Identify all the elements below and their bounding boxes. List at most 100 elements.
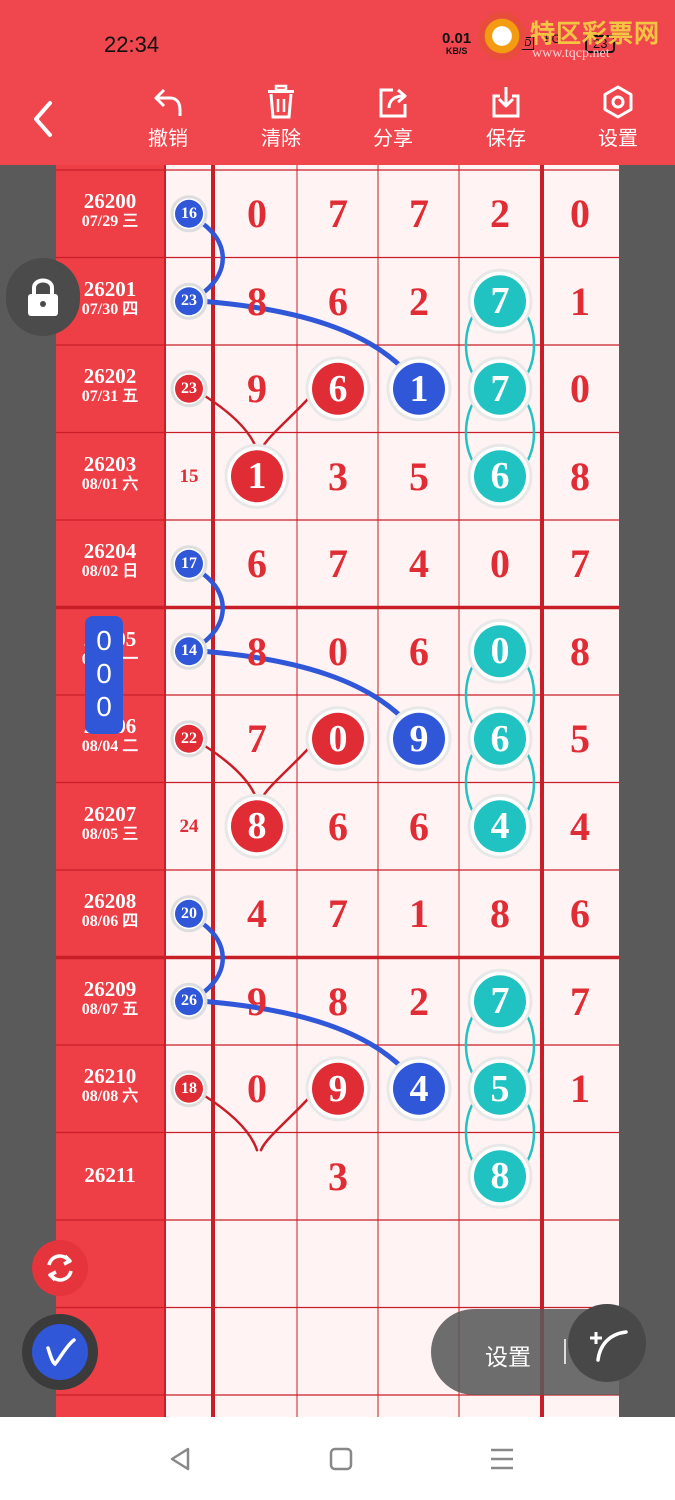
settings-label: 设置 [598, 128, 638, 150]
digit-cell: 8 [570, 628, 590, 674]
issue-date: 08/06 四 [81, 913, 139, 930]
brand-title: 特区彩票网 [530, 20, 661, 48]
digit-cell: 0 [490, 541, 510, 586]
lock-icon [28, 278, 58, 316]
digit-cell: 0 [247, 191, 267, 236]
digit-cell: 8 [247, 628, 267, 674]
nav-back-button[interactable] [160, 1441, 200, 1477]
issue-label: 26210 08/08 六 [56, 1045, 164, 1133]
issue-date: 08/01 六 [81, 475, 139, 493]
nav-menu-button[interactable] [482, 1441, 522, 1477]
app-screen: 22:34 0.01 KB/S HD 5G 23 特区彩票网 www.tqcp.… [0, 0, 675, 1500]
indicator-digit: 0 [96, 691, 112, 722]
digit-cell: 0 [247, 1066, 267, 1111]
digit-cell: 2 [490, 191, 510, 236]
undo-label: 撤销 [148, 128, 188, 150]
issue-label: 26200 07/29 三 [56, 170, 164, 258]
pen-tool-inner [32, 1324, 88, 1380]
digit-cell: 4 [247, 891, 267, 936]
issue-number: 26210 [83, 1064, 137, 1088]
digit-cell: 8 [490, 891, 510, 936]
indicator-digit: 0 [96, 625, 112, 656]
digit-cell: 7 [328, 891, 348, 936]
digit-cell: 1 [570, 1066, 590, 1111]
clear-button[interactable]: 清除 [246, 84, 316, 156]
status-time: 22:34 [104, 32, 160, 57]
clear-label: 清除 [261, 128, 301, 150]
issue-label: 26208 08/06 四 [56, 870, 164, 958]
pen-tool-button[interactable] [22, 1314, 98, 1390]
curve-tool-icon [590, 1330, 628, 1362]
digit-cell: 3 [328, 1153, 348, 1199]
indicator-digit: 0 [96, 658, 112, 689]
speed-unit: KB/S [445, 46, 468, 56]
draw-settings-button[interactable]: 设置 [485, 1338, 531, 1372]
issue-date: 07/29 三 [81, 213, 139, 230]
issue-number: 26200 [83, 189, 137, 213]
digit-cell: 2 [409, 278, 429, 324]
digit-cell: 7 [328, 191, 348, 236]
issue-label: 26204 08/02 日 [56, 520, 164, 608]
issue-number: 26204 [83, 539, 137, 563]
digit-cell: 6 [409, 803, 429, 849]
issue-label: 26207 08/05 三 [56, 783, 164, 871]
scroll-indicator[interactable]: 0 0 0 [85, 616, 123, 734]
sum-value: 15 [179, 465, 199, 487]
issue-label: 26203 08/01 六 [56, 433, 164, 521]
digit-cell: 0 [570, 191, 590, 236]
nav-back-icon [170, 1447, 190, 1471]
digit-cell: 7 [328, 541, 348, 586]
digit-cell: 7 [247, 716, 267, 761]
issue-date: 07/31 五 [81, 388, 139, 405]
separator [564, 1339, 566, 1364]
undo-button[interactable]: 撤销 [133, 84, 203, 156]
save-button[interactable]: 保存 [471, 84, 541, 156]
issue-number: 26203 [83, 451, 137, 476]
digit-cell: 9 [247, 366, 267, 411]
digit-cell: 9 [247, 978, 267, 1024]
digit-cell: 6 [328, 278, 348, 324]
issue-number: 26202 [83, 364, 137, 388]
digit-cell: 1 [570, 278, 590, 324]
share-icon [379, 88, 407, 118]
issue-label: 26209 08/07 五 [56, 958, 164, 1046]
digit-cell: 7 [570, 978, 590, 1024]
status-network-speed: 0.01 KB/S [442, 31, 471, 58]
digit-cell: 5 [570, 716, 590, 761]
digit-cell: 8 [570, 453, 590, 499]
sum-value: 24 [179, 815, 199, 837]
settings-icon [603, 85, 633, 119]
nav-home-button[interactable] [321, 1441, 361, 1477]
brand-url: www.tqcp.net [532, 46, 610, 61]
save-label: 保存 [486, 128, 526, 150]
digit-cell: 7 [409, 191, 429, 236]
digit-cell: 0 [328, 628, 348, 674]
line-tool-button[interactable] [568, 1304, 646, 1382]
issue-label: 26202 07/31 五 [56, 345, 164, 433]
back-button[interactable] [22, 95, 66, 143]
digit-cell: 4 [409, 541, 429, 586]
trash-icon [268, 84, 294, 119]
issue-label: 26211 [56, 1133, 164, 1221]
digit-cell: 6 [247, 541, 267, 586]
digit-cell: 6 [570, 891, 590, 936]
issue-number: 26208 [83, 889, 137, 913]
share-button[interactable]: 分享 [358, 84, 428, 156]
brand-logo-icon [478, 12, 526, 60]
issue-number: 26209 [83, 976, 137, 1001]
refresh-button[interactable] [32, 1240, 88, 1296]
digit-cell: 6 [409, 628, 429, 674]
share-label: 分享 [373, 128, 413, 150]
digit-cell: 8 [247, 278, 267, 324]
lock-button[interactable] [6, 258, 80, 336]
system-nav-bar [0, 1417, 675, 1500]
refresh-icon [47, 1254, 73, 1282]
download-icon [492, 87, 520, 118]
app-header: 22:34 0.01 KB/S HD 5G 23 特区彩票网 www.tqcp.… [0, 0, 675, 165]
digit-cell: 5 [409, 453, 429, 499]
digit-cell: 6 [328, 803, 348, 849]
digit-cell: 1 [409, 891, 429, 936]
issue-number: 26211 [84, 1162, 136, 1187]
issue-number: 26207 [83, 801, 137, 826]
settings-button[interactable]: 设置 [583, 84, 653, 156]
